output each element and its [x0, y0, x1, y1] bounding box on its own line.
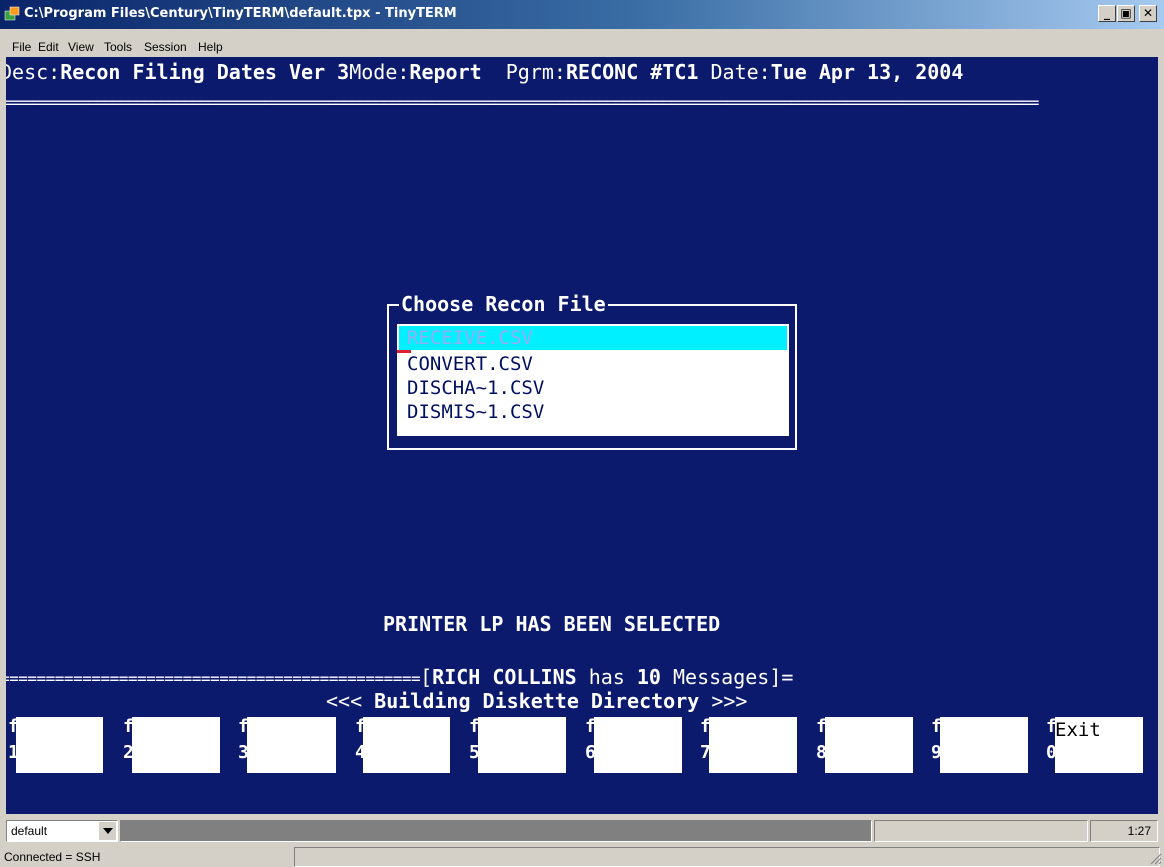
- menu-help[interactable]: Help: [198, 40, 223, 54]
- desc-label: Desc:: [6, 60, 61, 84]
- dropdown-button[interactable]: [98, 822, 116, 840]
- printer-message: PRINTER LP HAS BEEN SELECTED: [383, 612, 721, 636]
- list-item-convert[interactable]: CONVERT.CSV: [399, 352, 787, 376]
- list-item-dismis[interactable]: DISMIS~1.CSV: [399, 400, 787, 424]
- status-line: <<< Building Diskette Directory >>>: [326, 689, 747, 713]
- messages-close: Messages]=: [660, 665, 794, 689]
- pgrm-value: RECONC #TC1: [565, 60, 699, 84]
- fkey-box[interactable]: Exit: [1055, 717, 1143, 773]
- status-text: Building Diskette Directory: [374, 689, 700, 713]
- text-cursor: [397, 350, 411, 353]
- fkey-box[interactable]: [16, 717, 103, 773]
- messages-line[interactable]: ========================================…: [6, 665, 793, 691]
- connection-bar-panel: [294, 847, 1160, 867]
- desc-value: Recon Filing Dates Ver 3: [60, 60, 350, 84]
- messages-open: [: [420, 665, 433, 689]
- session-dropdown[interactable]: default: [6, 820, 118, 842]
- minimize-icon: _: [1104, 6, 1110, 20]
- messages-mid: has: [576, 665, 637, 689]
- date-value: Tue Apr 13, 2004: [770, 60, 964, 84]
- maximize-button[interactable]: ▣: [1117, 5, 1135, 22]
- list-item-receive[interactable]: RECEIVE.CSV: [399, 326, 787, 350]
- clock-panel: 1:27: [1090, 820, 1158, 842]
- fkey-box[interactable]: [594, 717, 682, 773]
- fkey-box[interactable]: [478, 717, 566, 773]
- minimize-button[interactable]: _: [1098, 5, 1116, 22]
- messages-count: 10: [636, 665, 661, 689]
- session-dropdown-value: default: [11, 824, 48, 838]
- dialog-title: Choose Recon File: [399, 292, 608, 316]
- tinyterm-app-icon[interactable]: [4, 6, 20, 22]
- fkey-box[interactable]: [363, 717, 450, 773]
- menu-file[interactable]: File: [12, 40, 31, 54]
- mode-label: Mode:: [349, 60, 410, 84]
- connection-bar: Connected = SSH: [0, 846, 1164, 867]
- connection-status: Connected = SSH: [4, 850, 101, 864]
- chevron-down-icon: [103, 828, 113, 834]
- fkey-box[interactable]: [709, 717, 797, 773]
- choose-recon-file-dialog: Choose Recon File RECEIVE.CSV CONVERT.CS…: [387, 292, 797, 450]
- resize-grip-icon[interactable]: [1150, 853, 1162, 865]
- header-line: Desc:Recon Filing Dates Ver 3Mode:Report…: [6, 60, 963, 84]
- clock-text: 1:27: [1127, 824, 1151, 838]
- menu-view[interactable]: View: [68, 40, 94, 54]
- fkey-box[interactable]: [825, 717, 913, 773]
- fkey-box[interactable]: [940, 717, 1028, 773]
- menu-edit[interactable]: Edit: [38, 40, 59, 54]
- status-panel: [874, 820, 1088, 842]
- terminal-screen[interactable]: Desc:Recon Filing Dates Ver 3Mode:Report…: [6, 57, 1158, 814]
- mode-value: Report: [409, 60, 482, 84]
- date-label: Date:: [710, 60, 771, 84]
- fkey-box[interactable]: [247, 717, 336, 773]
- menu-session[interactable]: Session: [144, 40, 187, 54]
- recon-file-listbox[interactable]: RECEIVE.CSV CONVERT.CSV DISCHA~1.CSV DIS…: [397, 324, 789, 436]
- pgrm-label: Pgrm:: [505, 60, 566, 84]
- fkey-box[interactable]: [132, 717, 220, 773]
- window-title: C:\Program Files\Century\TinyTERM\defaul…: [24, 6, 457, 21]
- list-item-discha[interactable]: DISCHA~1.CSV: [399, 376, 787, 400]
- close-button[interactable]: ✕: [1139, 5, 1157, 22]
- bottom-rule: ========================================…: [6, 669, 421, 688]
- menu-bar: File Edit View Tools Session Help: [0, 29, 1164, 56]
- close-icon: ✕: [1142, 6, 1154, 20]
- restore-icon: ▣: [1120, 6, 1132, 20]
- window-titlebar[interactable]: C:\Program Files\Century\TinyTERM\defaul…: [0, 0, 1164, 29]
- top-rule: ========================================…: [6, 93, 1039, 112]
- messages-user: RICH COLLINS: [432, 665, 577, 689]
- status-progress-area: [120, 820, 872, 842]
- fkey-label-exit: Exit: [1055, 719, 1101, 741]
- status-right-chevrons: >>>: [699, 689, 748, 713]
- menu-tools[interactable]: Tools: [104, 40, 132, 54]
- status-bar: default 1:27: [0, 816, 1164, 846]
- status-left-chevrons: <<<: [326, 689, 375, 713]
